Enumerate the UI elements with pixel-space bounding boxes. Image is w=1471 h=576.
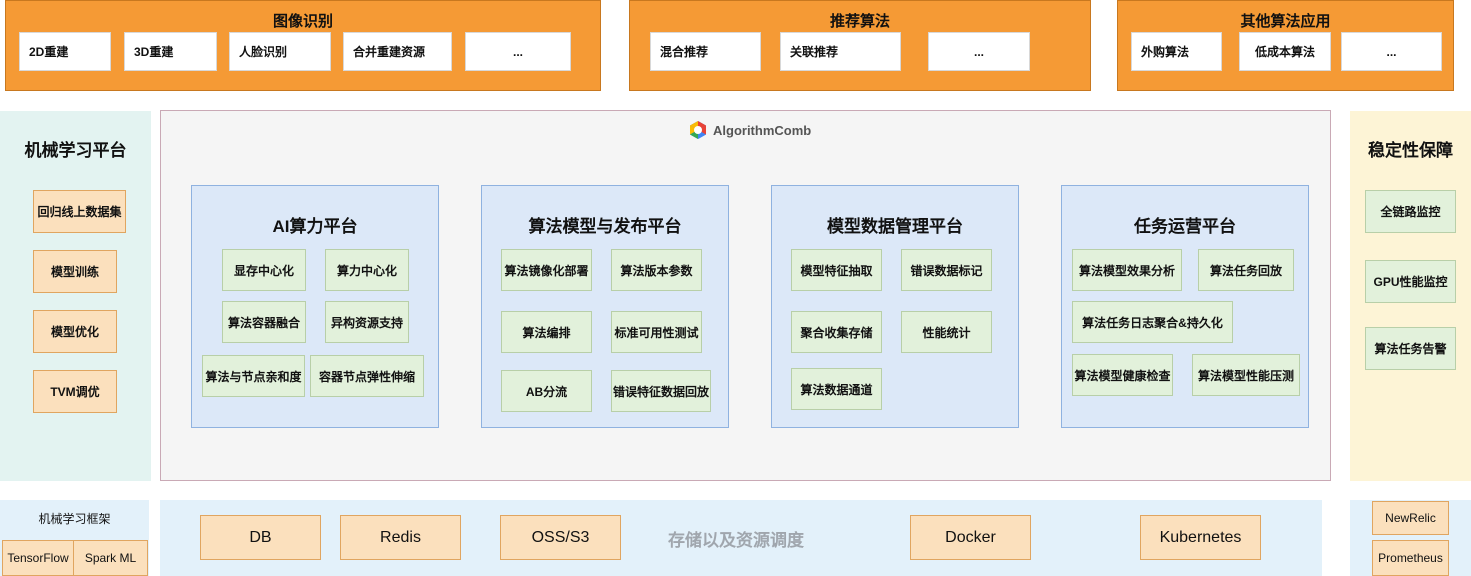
app-3d-reconstruction: 3D重建 [124,32,217,71]
platform-item: 算法模型健康检查 [1072,354,1173,396]
platform-item: 算法版本参数 [611,249,702,291]
stability-item-gpu-monitor: GPU性能监控 [1365,260,1456,303]
app-association-recommend: 关联推荐 [780,32,901,71]
app-2d-reconstruction: 2D重建 [19,32,111,71]
stability-item-full-link-monitor: 全链路监控 [1365,190,1456,233]
top-group-image-recognition: 图像识别 2D重建 3D重建 人脸识别 合并重建资源 ... [5,0,601,91]
monitor-prometheus: Prometheus [1372,540,1449,576]
ml-item-tvm-tuning: TVM调优 [33,370,117,413]
platform-item: 算法容器融合 [222,301,306,343]
framework-tensorflow: TensorFlow [2,540,74,576]
platform-item: 算法模型效果分析 [1072,249,1182,291]
platform-item: 错误数据标记 [901,249,992,291]
top-group-other-algorithms: 其他算法应用 外购算法 低成本算法 ... [1117,0,1454,91]
app-more: ... [465,32,571,71]
platform-title: 算法模型与发布平台 [528,217,682,236]
platform-item: 错误特征数据回放 [611,370,711,412]
brand-name: AlgorithmComb [713,122,812,138]
ml-platform-panel: 机械学习平台 回归线上数据集 模型训练 模型优化 TVM调优 [0,111,151,481]
platform-title: 任务运营平台 [1134,217,1236,236]
storage-label: 存储以及资源调度 [668,531,804,550]
platform-item: 算法与节点亲和度 [202,355,305,397]
platform-item: 容器节点弹性伸缩 [310,355,424,397]
platform-model-release: 算法模型与发布平台 算法镜像化部署 算法版本参数 算法编排 标准可用性测试 AB… [481,185,729,428]
resource-docker: Docker [910,515,1031,560]
panel-title: 稳定性保障 [1368,141,1453,160]
platform-item: 算法编排 [501,311,592,353]
platform-item: 算力中心化 [325,249,409,291]
app-merge-reconstruction: 合并重建资源 [343,32,452,71]
resource-redis: Redis [340,515,461,560]
algorithmcomb-logo-icon [690,121,706,139]
app-low-cost-algorithm: 低成本算法 [1239,32,1331,71]
platform-ai-compute: AI算力平台 显存中心化 算力中心化 算法容器融合 异构资源支持 算法与节点亲和… [191,185,439,428]
platform-item: 算法数据通道 [791,368,882,410]
platform-item: 算法任务日志聚合&持久化 [1072,301,1233,343]
platform-item: AB分流 [501,370,592,412]
panel-title: 机械学习平台 [24,141,127,160]
platform-item: 标准可用性测试 [611,311,702,353]
storage-scheduling-panel: DB Redis OSS/S3 存储以及资源调度 Docker Kubernet… [160,500,1322,576]
ml-item-model-training: 模型训练 [33,250,117,293]
resource-db: DB [200,515,321,560]
platform-item: 算法镜像化部署 [501,249,592,291]
group-title: 推荐算法 [829,13,890,30]
app-hybrid-recommend: 混合推荐 [650,32,761,71]
platform-task-ops: 任务运营平台 算法模型效果分析 算法任务回放 算法任务日志聚合&持久化 算法模型… [1061,185,1309,428]
stability-panel: 稳定性保障 全链路监控 GPU性能监控 算法任务告警 [1350,111,1471,481]
platform-item: 异构资源支持 [325,301,409,343]
group-title: 图像识别 [272,13,333,30]
stability-item-task-alert: 算法任务告警 [1365,327,1456,370]
brand: AlgorithmComb [688,120,811,140]
algorithmcomb-panel: AlgorithmComb AI算力平台 显存中心化 算力中心化 算法容器融合 … [160,110,1331,481]
ml-item-regression-dataset: 回归线上数据集 [33,190,126,233]
ml-item-model-optimization: 模型优化 [33,310,117,353]
platform-item: 性能统计 [901,311,992,353]
resource-oss-s3: OSS/S3 [500,515,621,560]
platform-item: 算法任务回放 [1198,249,1294,291]
platform-title: 模型数据管理平台 [827,217,963,236]
framework-spark-ml: Spark ML [73,540,148,576]
app-purchased-algorithm: 外购算法 [1131,32,1222,71]
platform-model-data: 模型数据管理平台 模型特征抽取 错误数据标记 聚合收集存储 性能统计 算法数据通… [771,185,1019,428]
ml-framework-panel: 机械学习框架 TensorFlow Spark ML [0,500,149,576]
monitor-newrelic: NewRelic [1372,501,1449,535]
platform-item: 聚合收集存储 [791,311,882,353]
top-group-recommendation: 推荐算法 混合推荐 关联推荐 ... [629,0,1091,91]
platform-item: 模型特征抽取 [791,249,882,291]
platform-title: AI算力平台 [272,217,358,236]
framework-title: 机械学习框架 [38,512,111,526]
app-more: ... [1341,32,1442,71]
app-face-recognition: 人脸识别 [229,32,331,71]
resource-kubernetes: Kubernetes [1140,515,1261,560]
app-more: ... [928,32,1030,71]
platform-item: 算法模型性能压测 [1192,354,1300,396]
group-title: 其他算法应用 [1240,13,1331,30]
platform-item: 显存中心化 [222,249,306,291]
monitoring-tools-panel: NewRelic Prometheus [1350,500,1471,576]
